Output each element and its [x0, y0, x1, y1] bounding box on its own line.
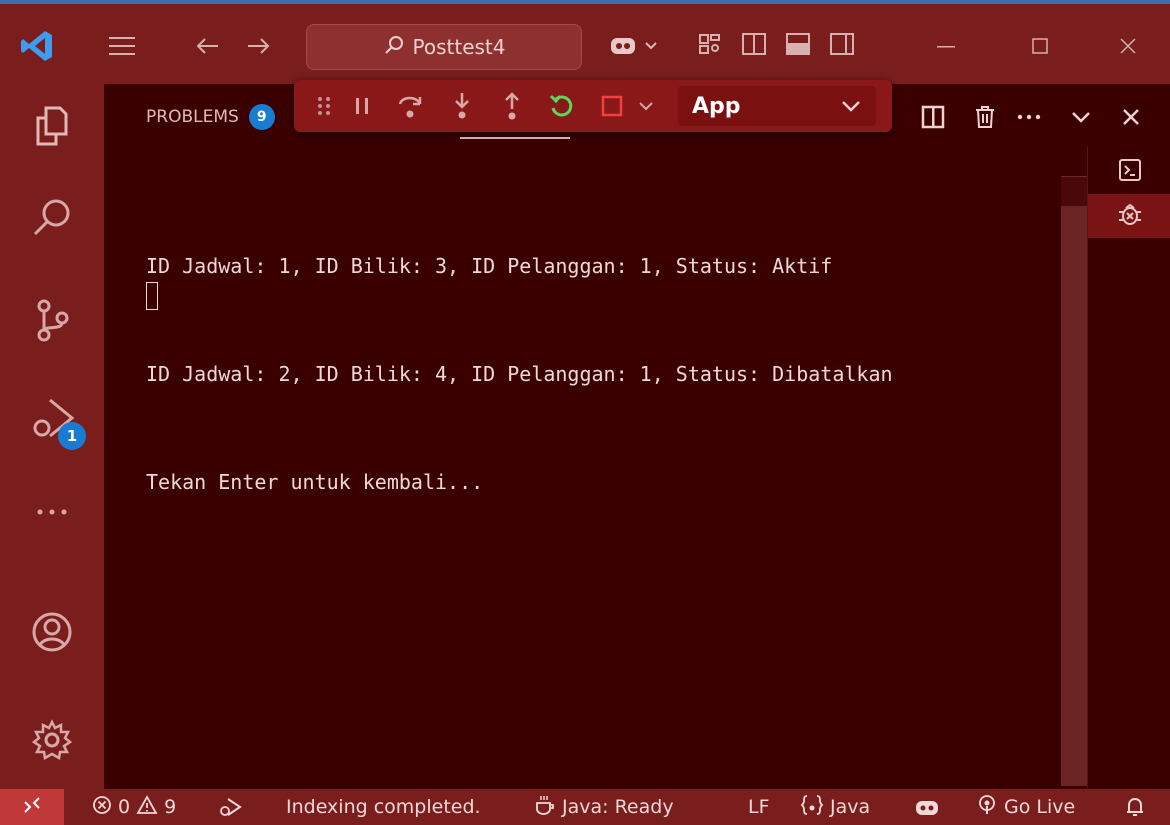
close-window-button[interactable] — [1108, 28, 1148, 64]
terminal-line: ID Jadwal: 1, ID Bilik: 3, ID Pelanggan:… — [146, 254, 833, 278]
problems-count-badge: 9 — [248, 104, 275, 130]
language-text: Java — [830, 796, 871, 818]
stop-icon[interactable] — [596, 90, 628, 122]
terminal-icon — [1117, 157, 1143, 187]
settings-gear-icon[interactable] — [26, 714, 78, 766]
step-over-icon[interactable] — [394, 90, 426, 122]
chevron-down-icon — [840, 94, 862, 119]
forward-arrow-icon[interactable] — [242, 30, 274, 62]
maximize-panel-chevron-icon[interactable] — [1066, 102, 1096, 132]
remote-indicator-button[interactable] — [0, 789, 64, 825]
account-icon[interactable] — [26, 606, 78, 658]
restart-icon[interactable] — [546, 90, 578, 122]
terminal-tabs-list — [1087, 146, 1170, 789]
status-bar: 0 9 Indexing completed. Java: Ready LF J… — [0, 789, 1170, 825]
error-icon — [92, 795, 112, 820]
terminal-line: Tekan Enter untuk kembali... — [146, 470, 484, 494]
pause-icon[interactable] — [346, 90, 378, 122]
command-center-search[interactable]: Posttest4 — [306, 24, 582, 70]
remote-icon — [21, 794, 43, 821]
terminal-view[interactable]: ID Jadwal: 1, ID Bilik: 3, ID Pelanggan:… — [104, 146, 1059, 789]
terminal-tab-debug[interactable] — [1088, 194, 1170, 238]
customize-layout-icon[interactable] — [696, 30, 724, 62]
tab-problems[interactable]: PROBLEMS 9 — [146, 104, 275, 130]
vscode-logo-icon — [18, 26, 56, 66]
error-count: 0 — [118, 796, 131, 818]
stop-dropdown-chevron-icon[interactable] — [634, 90, 658, 122]
drag-handle-icon[interactable] — [308, 90, 340, 122]
active-tab-indicator — [460, 137, 570, 139]
minimize-button[interactable] — [926, 28, 966, 64]
copilot-status-icon[interactable] — [914, 789, 940, 825]
toggle-secondary-sidebar-icon[interactable] — [828, 30, 856, 62]
braces-icon — [800, 794, 824, 821]
problems-status-item[interactable]: 0 9 — [92, 789, 176, 825]
terminal-cursor — [146, 282, 158, 310]
step-out-icon[interactable] — [496, 90, 528, 122]
activity-bar: 1 — [0, 84, 104, 789]
toggle-primary-sidebar-icon[interactable] — [740, 30, 768, 62]
end-of-line-item[interactable]: LF — [748, 789, 770, 825]
notifications-bell-icon[interactable] — [1124, 789, 1146, 825]
terminal-scrollbar-top — [1061, 176, 1087, 206]
title-bar: Posttest4 — [0, 0, 1170, 84]
debug-status-icon[interactable] — [218, 789, 244, 825]
java-status-text: Java: Ready — [562, 796, 674, 818]
source-control-icon[interactable] — [26, 294, 78, 346]
coffee-cup-icon — [534, 794, 556, 821]
more-actions-icon[interactable] — [1014, 102, 1044, 132]
go-live-item[interactable]: Go Live — [976, 789, 1075, 825]
launch-config-value: App — [692, 93, 741, 119]
warning-count: 9 — [164, 796, 177, 818]
explorer-icon[interactable] — [26, 100, 78, 152]
hamburger-menu-icon[interactable] — [104, 30, 140, 62]
run-and-debug-icon[interactable]: 1 — [26, 392, 86, 450]
back-arrow-icon[interactable] — [192, 30, 224, 62]
search-icon — [383, 34, 405, 61]
java-status-item[interactable]: Java: Ready — [534, 789, 674, 825]
kill-terminal-trash-icon[interactable] — [970, 102, 1000, 132]
search-view-icon[interactable] — [26, 192, 78, 244]
copilot-menu-icon[interactable] — [606, 30, 666, 62]
terminal-scrollbar-thumb[interactable] — [1061, 206, 1087, 786]
debug-bug-icon — [1116, 200, 1144, 232]
terminal-tab-shell[interactable] — [1088, 150, 1170, 194]
close-panel-icon[interactable] — [1116, 102, 1146, 132]
maximize-button[interactable] — [1020, 28, 1060, 64]
debug-toolbar: App — [294, 80, 892, 132]
split-terminal-icon[interactable] — [918, 102, 948, 132]
go-live-text: Go Live — [1004, 796, 1076, 818]
indexing-status[interactable]: Indexing completed. — [286, 789, 481, 825]
terminal-output: ID Jadwal: 1, ID Bilik: 3, ID Pelanggan:… — [146, 176, 893, 572]
step-into-icon[interactable] — [446, 90, 478, 122]
run-debug-badge: 1 — [58, 422, 86, 450]
warning-icon — [136, 794, 158, 820]
toggle-panel-icon[interactable] — [784, 30, 812, 62]
terminal-line: ID Jadwal: 2, ID Bilik: 4, ID Pelanggan:… — [146, 362, 893, 386]
problems-tab-label: PROBLEMS — [146, 107, 239, 127]
more-views-icon[interactable] — [26, 486, 78, 538]
language-mode-item[interactable]: Java — [800, 789, 870, 825]
layout-controls — [696, 30, 856, 62]
broadcast-icon — [976, 794, 998, 821]
workspace-name: Posttest4 — [412, 35, 506, 59]
launch-config-select[interactable]: App — [678, 86, 876, 126]
